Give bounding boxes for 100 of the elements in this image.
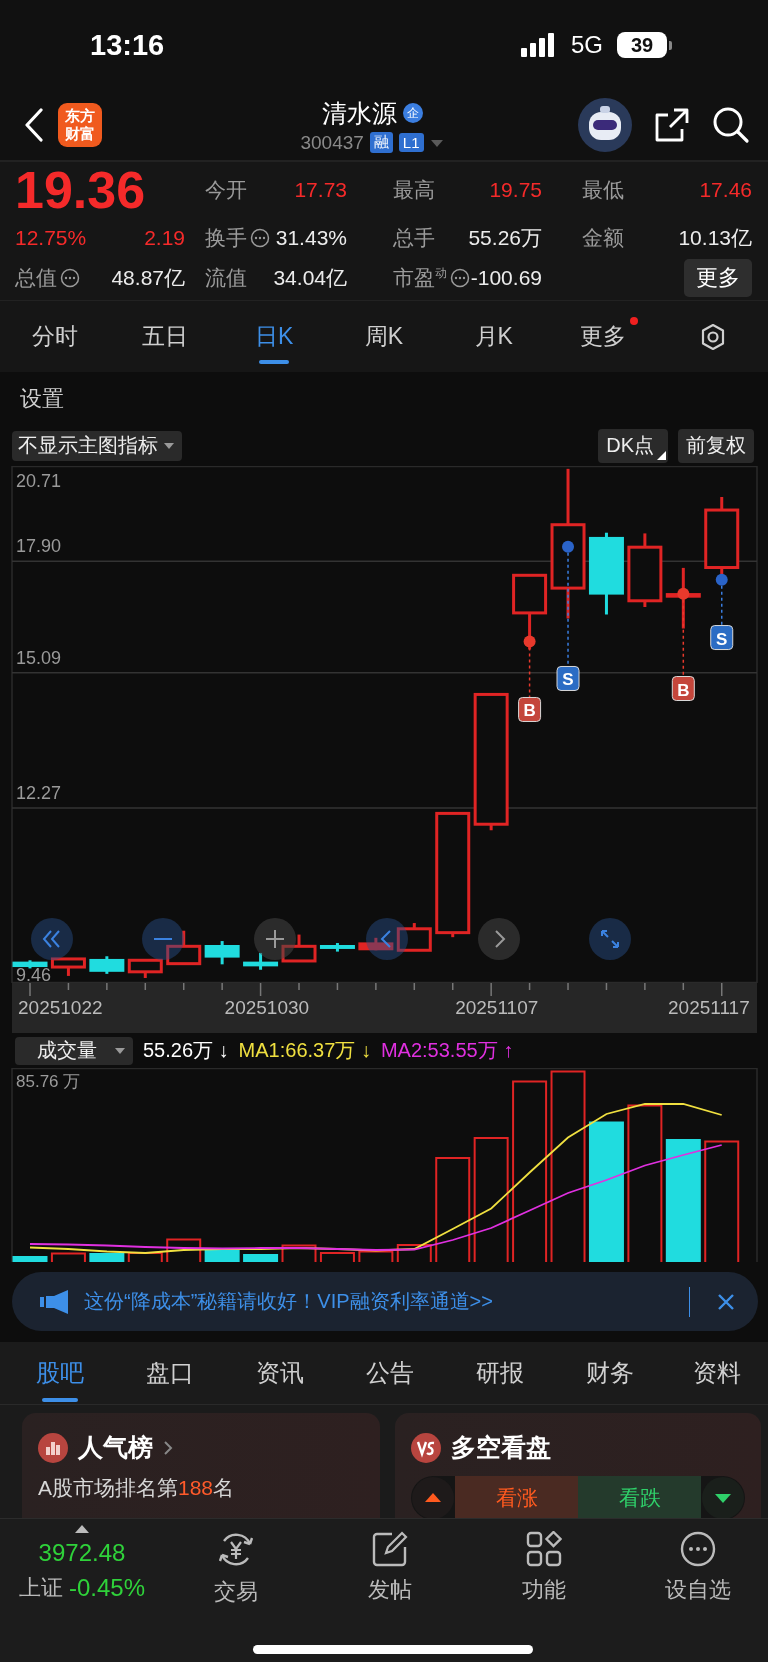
buy-signal: B [518, 635, 542, 722]
stat-value: 48.87亿 [111, 265, 185, 291]
settings-link[interactable]: 设置 [20, 383, 64, 414]
stat-label: 最高 [393, 177, 435, 203]
caret-icon [164, 441, 174, 450]
bearish-button[interactable]: 看跌 [578, 1476, 701, 1518]
date-label: 20251117 [668, 997, 750, 1019]
period-tab[interactable]: 五日 [127, 301, 202, 372]
candlestick [89, 956, 125, 974]
candlestick [12, 960, 48, 969]
stat-label: 市盈$^{动}$ [393, 265, 447, 291]
candlestick [396, 923, 432, 952]
stock-name: 清水源 [321, 97, 397, 129]
edit-icon[interactable] [372, 1531, 408, 1567]
nav-label[interactable]: 发帖 [368, 1575, 412, 1605]
ranking-icon [38, 1432, 68, 1463]
avatar-icon[interactable] [578, 98, 632, 152]
stat-value: -100.69 [470, 266, 542, 290]
fullscreen-button[interactable] [589, 918, 631, 960]
section-tab[interactable]: 公告 [366, 1342, 414, 1404]
ellipsis-icon[interactable] [250, 228, 270, 248]
ellipsis-icon[interactable] [450, 268, 470, 288]
chevron-right-icon [163, 1439, 173, 1456]
back-icon[interactable] [24, 108, 44, 142]
search-icon[interactable] [712, 106, 750, 144]
sell-signal: S [710, 573, 734, 651]
stat-value: 31.43% [275, 226, 347, 250]
stat-value: 19.75 [489, 178, 542, 202]
nav-label[interactable]: 交易 [214, 1577, 258, 1607]
stock-tag: L1 [398, 133, 424, 152]
zoom-out-button[interactable] [142, 918, 184, 960]
period-tab[interactable]: 周K [350, 301, 418, 372]
more-icon[interactable] [680, 1531, 716, 1567]
candlestick [319, 943, 355, 952]
volume-dropdown[interactable]: 成交量 [15, 1036, 133, 1065]
price-adjust-button[interactable]: 前复权 [678, 428, 754, 463]
nav-label[interactable]: 设自选 [665, 1575, 731, 1605]
apps-icon[interactable] [526, 1531, 562, 1567]
period-tab[interactable]: 分时 [17, 301, 92, 372]
buy-signal: B [671, 587, 695, 701]
price-axis-label: 9.46 [16, 965, 52, 985]
index-change[interactable]: -0.45% [68, 1574, 145, 1602]
change-amount: 2.19 [144, 226, 185, 250]
period-tab[interactable]: 月K [460, 301, 527, 372]
section-tab[interactable]: 资讯 [256, 1342, 304, 1404]
dk-point-button[interactable]: DK点 [598, 428, 668, 463]
stat-label: 总值 [15, 265, 57, 291]
price-axis-label: 15.09 [16, 647, 62, 668]
nav-label[interactable]: 功能 [522, 1575, 566, 1605]
volume-axis-label: 85.76 万 [16, 1071, 81, 1093]
change-percent: 12.75% [15, 226, 87, 250]
indicator-dropdown[interactable]: 不显示主图指标 [12, 430, 182, 461]
megaphone-icon [40, 1288, 70, 1315]
date-label: 20251030 [224, 997, 310, 1019]
stat-label: 今开 [205, 177, 247, 203]
battery-indicator: 39 [617, 32, 667, 58]
close-icon[interactable] [716, 1291, 736, 1312]
section-tab[interactable]: 盘口 [146, 1342, 194, 1404]
zoom-in-button[interactable] [254, 918, 296, 960]
caret-icon[interactable] [429, 137, 444, 148]
current-price: 19.36 [15, 160, 146, 220]
stat-label: 最低 [582, 177, 624, 203]
more-button[interactable]: 更多 [684, 259, 752, 297]
versus-icon [411, 1432, 441, 1463]
signal-icon [521, 33, 557, 57]
banner-text[interactable]: 这份“降成本”秘籍请收好！VIP融资利率通道>> [84, 1288, 493, 1315]
index-name[interactable]: 上证 [18, 1573, 63, 1603]
period-tab[interactable]: 日K [241, 301, 308, 372]
price-axis-label: 12.27 [16, 783, 62, 804]
fast-back-button[interactable] [31, 918, 73, 960]
network-label: 5G [571, 31, 603, 59]
candlestick [358, 937, 394, 951]
stock-tag: 融 [369, 132, 393, 153]
expand-icon [599, 928, 621, 950]
promo-banner[interactable]: 这份“降成本”秘籍请收好！VIP融资利率通道>> [12, 1272, 758, 1331]
stat-value: 17.73 [294, 178, 347, 202]
section-tab[interactable]: 财务 [586, 1342, 634, 1404]
card-title: 人气榜 [78, 1432, 153, 1463]
minus-icon [153, 937, 173, 941]
candlestick [204, 941, 240, 965]
stat-value: 10.13亿 [678, 225, 752, 251]
section-tab[interactable]: 股吧 [36, 1342, 84, 1404]
volume-value: 55.26万 ↓ [143, 1038, 229, 1063]
ma2-value: MA2:53.55万 ↑ [380, 1038, 514, 1063]
enterprise-badge: 企 [402, 103, 423, 123]
index-value[interactable]: 3972.48 [38, 1539, 126, 1567]
card-title: 多空看盘 [451, 1432, 551, 1463]
ma1-value: MA1:66.37万 ↓ [238, 1038, 371, 1063]
stat-label: 总手 [393, 225, 435, 251]
stat-value: 17.46 [699, 178, 752, 202]
popularity-card[interactable]: 人气榜 A股市场排名第188名 [22, 1413, 380, 1518]
period-tab[interactable]: 更多 [566, 301, 641, 372]
next-button[interactable] [478, 918, 520, 960]
previous-button[interactable] [366, 918, 408, 960]
share-icon[interactable] [654, 107, 690, 143]
stat-value: 55.26万 [468, 225, 542, 251]
ellipsis-icon[interactable] [60, 268, 80, 288]
section-tab[interactable]: 研报 [476, 1342, 524, 1404]
bullish-button[interactable]: 看涨 [455, 1476, 578, 1518]
section-tab[interactable]: 资料 [692, 1342, 741, 1404]
